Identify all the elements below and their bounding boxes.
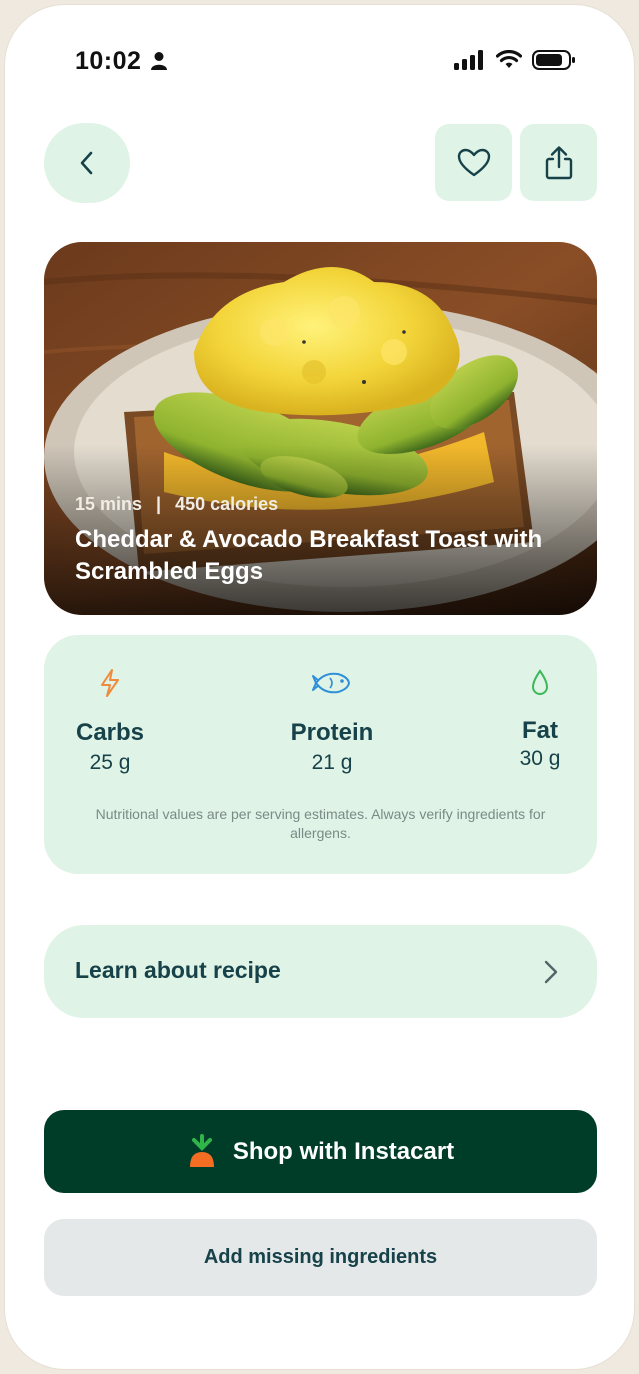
macro-label: Fat — [522, 717, 558, 744]
macro-label: Protein — [290, 719, 374, 746]
recipe-hero: 15 mins | 450 calories Cheddar & Avocado… — [44, 242, 597, 615]
macro-protein: Protein 21 g — [282, 665, 382, 775]
meta-separator: | — [156, 494, 162, 514]
macro-carbs: Carbs 25 g — [70, 665, 150, 775]
nutrition-disclaimer: Nutritional values are per serving estim… — [95, 806, 546, 841]
chevron-right-icon — [544, 960, 558, 984]
macro-value: 25 g — [89, 751, 131, 774]
add-missing-ingredients-button[interactable]: Add missing ingredients — [44, 1219, 597, 1296]
heart-icon — [457, 148, 490, 176]
lightning-icon — [101, 669, 119, 697]
recipe-meta: 15 mins | 450 calories — [75, 494, 278, 515]
macro-value: 30 g — [519, 747, 561, 770]
shop-instacart-button[interactable]: Shop with Instacart — [44, 1110, 597, 1193]
status-time: 10:02 — [75, 47, 142, 75]
person-icon — [151, 52, 167, 70]
recipe-calories: 450 calories — [175, 494, 279, 514]
droplet-icon — [531, 669, 549, 695]
macro-fat: Fat 30 g — [510, 665, 570, 771]
macro-value: 21 g — [311, 751, 353, 774]
recipe-title: Cheddar & Avocado Breakfast Toast with S… — [75, 526, 543, 585]
learn-label: Learn about recipe — [75, 957, 281, 983]
back-button[interactable] — [44, 123, 130, 203]
chevron-left-icon — [80, 151, 93, 175]
phone-screen: 10:02 15 mins | 450 calories Cheddar & A… — [5, 5, 634, 1369]
nutrition-card: Carbs 25 g Protein 21 g Fat 30 g Nutriti… — [44, 635, 597, 874]
shop-label: Shop with Instacart — [232, 1137, 455, 1165]
share-icon — [545, 145, 572, 179]
fish-icon — [312, 672, 351, 694]
carrot-icon — [189, 1133, 214, 1167]
status-icons — [454, 49, 576, 71]
favorite-button[interactable] — [435, 124, 512, 201]
add-missing-label: Add missing ingredients — [203, 1246, 438, 1268]
wifi-icon — [496, 50, 522, 68]
learn-about-recipe-row[interactable]: Learn about recipe — [44, 925, 597, 1018]
signal-icon — [454, 50, 483, 70]
share-button[interactable] — [520, 124, 597, 201]
battery-icon — [532, 50, 575, 70]
recipe-time: 15 mins — [75, 494, 143, 514]
macro-label: Carbs — [75, 719, 145, 746]
